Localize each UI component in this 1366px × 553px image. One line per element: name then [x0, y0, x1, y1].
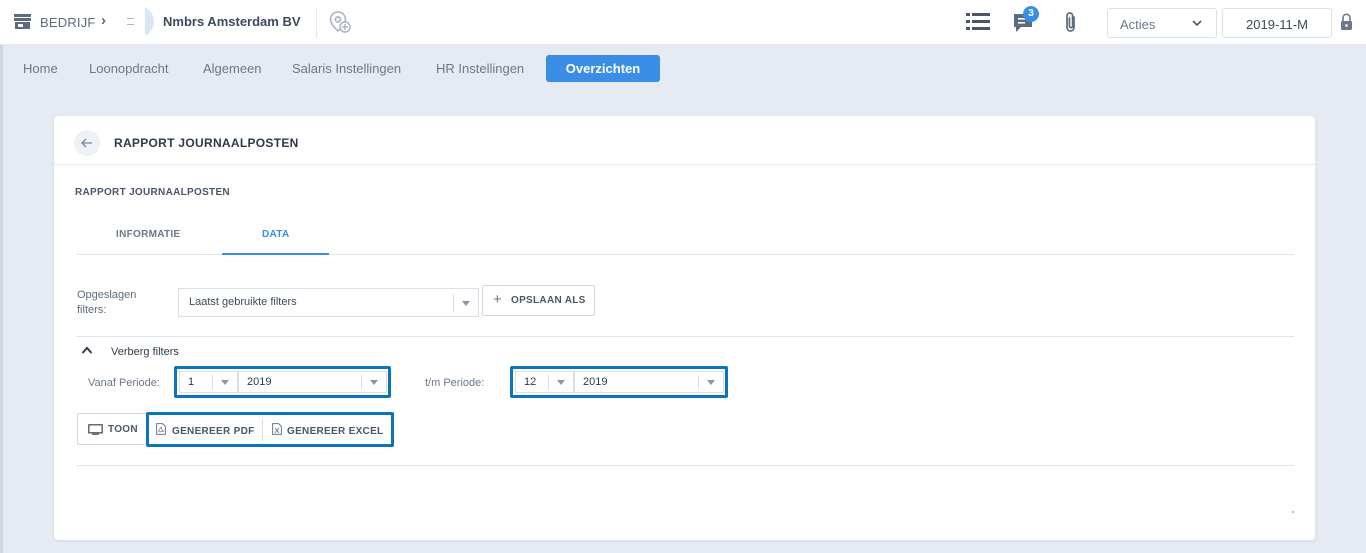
from-period-value: 1 [188, 376, 195, 388]
company-name[interactable]: Nmbrs Amsterdam BV [163, 14, 301, 29]
pdf-file-icon [156, 423, 166, 435]
chevron-up-icon[interactable] [81, 346, 93, 354]
save-as-button[interactable]: + OPSLAAN ALS [482, 285, 595, 316]
section-title: RAPPORT JOURNAALPOSTEN [75, 187, 230, 198]
nav-salaris-instellingen[interactable]: Salaris Instellingen [292, 61, 401, 76]
to-period-select[interactable]: 12 [515, 371, 574, 393]
caret-down-icon [221, 380, 229, 385]
to-period-value: 12 [524, 376, 537, 388]
lock-icon[interactable] [1340, 13, 1353, 31]
saved-filters-label: Opgeslagen filters: [77, 289, 137, 316]
period-value: 2019-11-M [1246, 17, 1308, 32]
active-tab-indicator [222, 253, 329, 255]
excel-file-icon [272, 423, 282, 435]
tab-informatie[interactable]: INFORMATIE [116, 229, 180, 240]
actions-dropdown[interactable]: Acties [1107, 8, 1217, 38]
messages-badge: 3 [1023, 6, 1039, 22]
to-year-value: 2019 [583, 376, 608, 388]
show-button[interactable]: TOON [77, 413, 149, 445]
tab-data[interactable]: DATA [262, 229, 290, 240]
report-card: RAPPORT JOURNAALPOSTEN RAPPORT JOURNAALP… [54, 116, 1315, 540]
left-edge [0, 45, 3, 553]
saved-filters-select[interactable]: Laatst gebruikte filters [178, 288, 479, 317]
resize-dot [1292, 511, 1294, 513]
period-selector[interactable]: 2019-11-M [1222, 8, 1332, 38]
nav-loonopdracht[interactable]: Loonopdracht [89, 61, 169, 76]
location-pin-icon[interactable] [329, 10, 351, 34]
top-bar: BEDRIJF › Nmbrs Amsterdam BV 3 Acties 20… [0, 0, 1366, 45]
show-button-label: TOON [108, 424, 138, 435]
from-period-label: Vanaf Periode: [88, 377, 160, 389]
caret-down-icon [462, 301, 470, 306]
plus-icon: + [493, 291, 502, 308]
company-label[interactable]: BEDRIJF [40, 15, 96, 30]
to-period-label: t/m Periode: [425, 377, 485, 389]
generate-pdf-button[interactable]: GENEREER PDF [172, 426, 255, 437]
divider [262, 419, 263, 441]
hide-filters-toggle[interactable]: Verberg filters [111, 346, 179, 358]
actions-label: Acties [1120, 17, 1156, 32]
generate-excel-button[interactable]: GENEREER EXCEL [287, 426, 383, 437]
chevron-down-icon [1192, 20, 1202, 27]
page-title: RAPPORT JOURNAALPOSTEN [114, 136, 299, 150]
nav-algemeen[interactable]: Algemeen [203, 61, 262, 76]
company-avatar[interactable] [123, 6, 154, 37]
back-button[interactable] [74, 130, 100, 156]
from-year-select[interactable]: 2019 [238, 371, 387, 393]
arrow-left-icon [81, 138, 92, 148]
caret-down-icon [370, 380, 378, 385]
divider [316, 8, 317, 38]
divider [76, 465, 1294, 466]
monitor-icon [88, 424, 103, 435]
divider [76, 336, 1294, 337]
to-year-select[interactable]: 2019 [574, 371, 724, 393]
nav-home[interactable]: Home [23, 61, 58, 76]
from-year-value: 2019 [247, 376, 272, 388]
nav-overzichten[interactable]: Overzichten [546, 55, 660, 82]
list-icon[interactable] [966, 12, 990, 32]
saved-filters-value: Laatst gebruikte filters [189, 296, 297, 308]
divider [54, 164, 1315, 165]
paperclip-icon[interactable] [1062, 11, 1080, 34]
chevron-right-icon: › [101, 12, 106, 29]
nav-hr-instellingen[interactable]: HR Instellingen [436, 61, 524, 76]
store-icon[interactable] [14, 14, 31, 29]
caret-down-icon [557, 380, 565, 385]
from-period-select[interactable]: 1 [179, 371, 238, 393]
caret-down-icon [707, 380, 715, 385]
save-as-label: OPSLAAN ALS [511, 295, 586, 306]
